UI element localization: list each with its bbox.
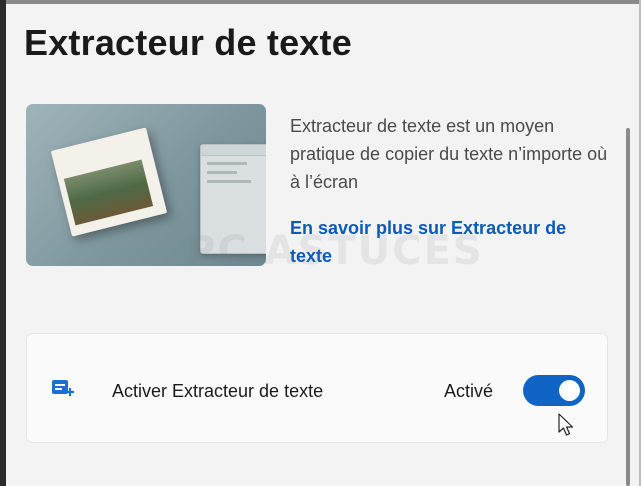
page-title: Extracteur de texte xyxy=(24,22,352,63)
text-extractor-icon xyxy=(51,378,75,398)
watermark: PC ASTUCES xyxy=(186,228,484,274)
enable-toggle[interactable] xyxy=(523,375,585,406)
window-top-border xyxy=(0,0,641,4)
preview-photo xyxy=(63,159,154,226)
feature-description: Extracteur de texte est un moyen pratiqu… xyxy=(290,116,608,192)
preview-magazine xyxy=(50,127,168,237)
vertical-scrollbar[interactable] xyxy=(626,128,630,486)
window-left-border xyxy=(0,0,6,486)
enable-setting-card: Activer Extracteur de texte Activé xyxy=(26,333,608,443)
toggle-knob xyxy=(559,380,580,401)
toggle-state-label: Activé xyxy=(444,381,494,401)
mouse-cursor-icon xyxy=(557,412,577,440)
setting-label: Activer Extracteur de texte xyxy=(112,381,324,401)
